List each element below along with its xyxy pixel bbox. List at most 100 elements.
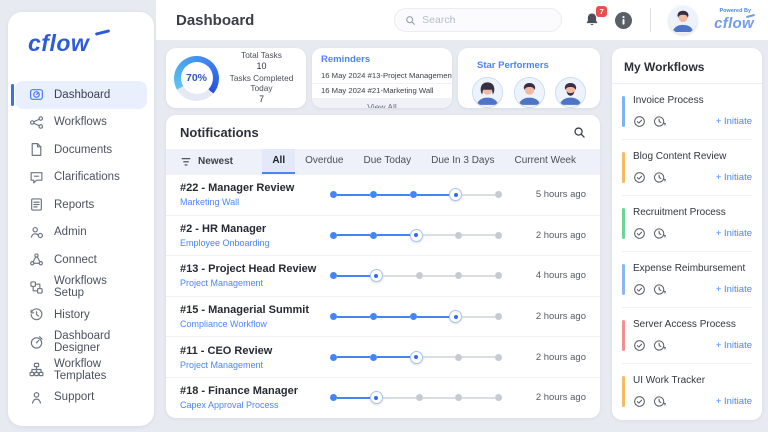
tasks-donut-chart: 70% — [174, 56, 219, 101]
workflow-link[interactable]: Project Management — [180, 360, 330, 370]
tab-current-week[interactable]: Current Week — [504, 149, 586, 174]
sidebar-item-support[interactable]: Support — [15, 384, 147, 412]
pending-clock-icon[interactable] — [653, 283, 666, 296]
progress-segment — [377, 356, 410, 358]
workflow-color-bar — [622, 96, 625, 127]
star-performer-avatar[interactable] — [472, 77, 503, 108]
workflow-link[interactable]: Employee Onboarding — [180, 238, 330, 248]
sidebar-item-reports[interactable]: Reports — [15, 191, 147, 219]
workflow-item-ui-work-tracker[interactable]: UI Work Tracker+ Initiate — [622, 364, 752, 419]
initiate-button[interactable]: + Initiate — [716, 172, 752, 183]
progress-step-dot — [495, 272, 502, 279]
sidebar-item-workflow-templates[interactable]: Workflow Templates — [15, 356, 147, 384]
sidebar-item-documents[interactable]: Documents — [15, 136, 147, 164]
notification-row[interactable]: #13 - Project Head ReviewProject Managem… — [166, 255, 600, 296]
star-performers-avatars — [468, 74, 590, 108]
approve-circle-icon[interactable] — [633, 395, 646, 408]
progress-step-dot — [495, 232, 502, 239]
approve-circle-icon[interactable] — [633, 227, 646, 240]
approve-circle-icon[interactable] — [633, 115, 646, 128]
sidebar-item-label: Workflows — [54, 116, 107, 128]
workflow-item-expense-reimbursement[interactable]: Expense Reimbursement+ Initiate — [622, 252, 752, 308]
reminders-card: Reminders 16 May 2024 #13-Project Manage… — [312, 48, 452, 108]
notification-row[interactable]: #11 - CEO ReviewProject Management2 hour… — [166, 336, 600, 377]
progress-step-dot — [495, 394, 502, 401]
sidebar-item-label: Dashboard Designer — [54, 330, 139, 354]
approve-circle-icon[interactable] — [633, 171, 646, 184]
notifications-search-icon[interactable] — [573, 126, 586, 139]
notifications-filter-bar: Newest AllOverdueDue TodayDue In 3 DaysC… — [166, 149, 600, 174]
sidebar-item-admin[interactable]: Admin — [15, 219, 147, 247]
documents-icon — [29, 142, 44, 157]
topbar-divider — [650, 8, 651, 32]
tab-due-in-3-days[interactable]: Due In 3 Days — [421, 149, 504, 174]
notification-row[interactable]: #15 - Managerial SummitCompliance Workfl… — [166, 296, 600, 337]
notification-row[interactable]: #18 - Finance ManagerCapex Approval Proc… — [166, 377, 600, 418]
workflow-link[interactable]: Capex Approval Process — [180, 400, 330, 410]
sidebar-item-label: Support — [54, 391, 94, 403]
tab-overdue[interactable]: Overdue — [295, 149, 353, 174]
progress-segment — [417, 316, 450, 318]
workflow-color-bar — [622, 264, 625, 295]
initiate-button[interactable]: + Initiate — [716, 116, 752, 127]
progress-step-dot — [455, 232, 462, 239]
task-title: #22 - Manager Review — [180, 182, 330, 194]
notification-row[interactable]: #22 - Manager ReviewMarketing Wall5 hour… — [166, 174, 600, 215]
initiate-button[interactable]: + Initiate — [716, 284, 752, 295]
tasks-completed-label: Tasks Completed Today — [225, 73, 298, 95]
progress-segment — [417, 194, 450, 196]
pending-clock-icon[interactable] — [653, 395, 666, 408]
approve-circle-icon[interactable] — [633, 339, 646, 352]
user-avatar[interactable] — [669, 6, 697, 34]
sidebar-item-workflows[interactable]: Workflows — [15, 109, 147, 137]
tab-due-today[interactable]: Due Today — [353, 149, 421, 174]
sidebar-item-connect[interactable]: Connect — [15, 246, 147, 274]
tasks-info: Total Tasks 10 Tasks Completed Today 7 — [225, 50, 298, 106]
workflow-item-blog-content-review[interactable]: Blog Content Review+ Initiate — [622, 140, 752, 196]
sidebar-item-label: Clarifications — [54, 171, 120, 183]
progress-step-dot — [330, 354, 337, 361]
star-performer-avatar[interactable] — [514, 77, 545, 108]
star-performer-avatar[interactable] — [555, 77, 586, 108]
initiate-button[interactable]: + Initiate — [716, 396, 752, 407]
progress-segment — [423, 356, 456, 358]
workflow-link[interactable]: Marketing Wall — [180, 197, 330, 207]
tab-all[interactable]: All — [262, 149, 295, 174]
workflow-item-recruitment-process[interactable]: Recruitment Process+ Initiate — [622, 196, 752, 252]
sort-newest-button[interactable]: Newest — [180, 156, 233, 168]
pending-clock-icon[interactable] — [653, 339, 666, 352]
pending-clock-icon[interactable] — [653, 171, 666, 184]
reminder-item[interactable]: 16 May 2024 #13-Project Management — [312, 68, 452, 84]
progress-step-dot — [330, 313, 337, 320]
search-icon — [405, 15, 416, 26]
sidebar-item-dashboard-designer[interactable]: Dashboard Designer — [15, 329, 147, 357]
progress-slider — [330, 391, 502, 404]
workflow-link[interactable]: Project Management — [180, 278, 330, 288]
pending-clock-icon[interactable] — [653, 115, 666, 128]
workflow-link[interactable]: Compliance Workflow — [180, 319, 330, 329]
sidebar-item-workflows-setup[interactable]: Workflows Setup — [15, 274, 147, 302]
pending-clock-icon[interactable] — [653, 227, 666, 240]
workflow-item-invoice-process[interactable]: Invoice Process + Initiate — [622, 84, 752, 140]
workflow-name: Invoice Process — [633, 95, 752, 106]
progress-segment — [377, 234, 410, 236]
initiate-button[interactable]: + Initiate — [716, 340, 752, 351]
reminder-item[interactable]: 16 May 2024 #21-Marketing Wall — [312, 84, 452, 100]
search-input[interactable]: Search — [394, 8, 562, 32]
notification-bell-icon[interactable]: 7 — [584, 12, 600, 28]
workflows-icon — [29, 115, 44, 130]
sidebar-item-label: Connect — [54, 254, 97, 266]
progress-step-dot — [495, 191, 502, 198]
notification-row[interactable]: #2 - HR ManagerEmployee Onboarding2 hour… — [166, 215, 600, 256]
sidebar-item-dashboard[interactable]: Dashboard — [15, 81, 147, 109]
notifications-card: Notifications Newest AllOverdueDue Today… — [166, 115, 600, 418]
tasks-completed-value: 7 — [225, 94, 298, 106]
info-icon[interactable] — [615, 12, 632, 29]
workflow-item-server-access-process[interactable]: Server Access Process+ Initiate — [622, 308, 752, 364]
sidebar-item-clarifications[interactable]: Clarifications — [15, 164, 147, 192]
approve-circle-icon[interactable] — [633, 283, 646, 296]
view-all-button[interactable]: View All — [312, 99, 452, 108]
initiate-button[interactable]: + Initiate — [716, 228, 752, 239]
progress-step-dot — [416, 272, 423, 279]
sidebar-item-history[interactable]: History — [15, 301, 147, 329]
